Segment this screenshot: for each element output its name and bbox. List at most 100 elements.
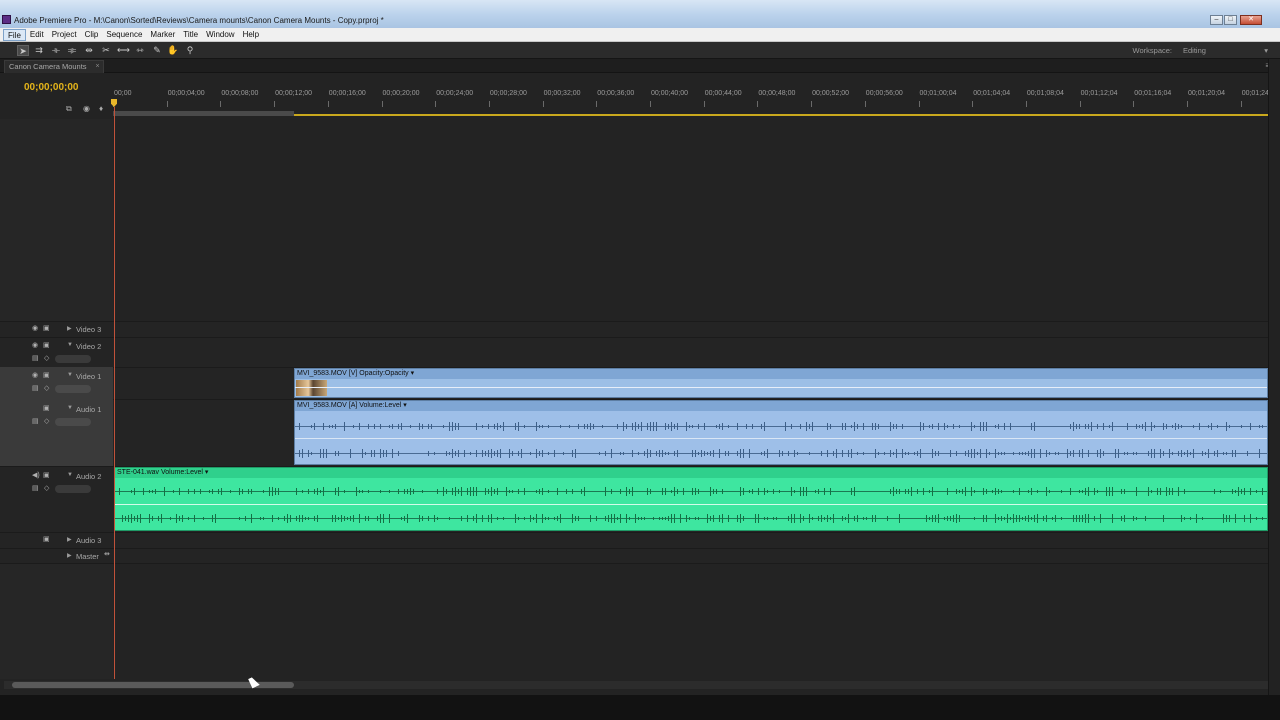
menu-window[interactable]: Window <box>202 29 238 41</box>
keyframe-navigator[interactable] <box>55 355 91 363</box>
keyframe-navigator[interactable] <box>55 418 91 426</box>
lock-icon[interactable]: ▣ <box>43 324 50 332</box>
display-style-icon[interactable]: ▤ <box>32 354 39 362</box>
waveform-peak <box>710 451 711 456</box>
collapse-icon[interactable]: ▼ <box>67 472 73 478</box>
audio-clip[interactable]: MVI_9583.MOV [A] Volume:Level ▾ <box>294 400 1268 465</box>
tab-canon-camera-mounts[interactable]: Canon Camera Mounts × <box>4 60 104 73</box>
waveform-peak <box>638 517 639 520</box>
waveform-peak <box>326 449 327 458</box>
lock-icon[interactable]: ▣ <box>43 471 50 479</box>
menu-sequence[interactable]: Sequence <box>102 29 146 41</box>
eye-icon[interactable]: ◉ <box>32 324 38 332</box>
waveform-peak <box>536 422 537 431</box>
waveform-peak <box>389 514 390 523</box>
expand-icon[interactable]: ▶ <box>67 536 72 543</box>
workspace-dropdown[interactable]: Editing ▾ <box>1180 45 1270 56</box>
waveform-peak <box>404 516 405 521</box>
waveform-peak <box>164 487 165 496</box>
waveform-peak <box>1163 451 1164 456</box>
waveform-peak <box>1004 423 1005 430</box>
menu-title[interactable]: Title <box>179 29 202 41</box>
collapse-icon[interactable]: ▼ <box>67 405 73 411</box>
selection-tool-icon[interactable]: ➤ <box>17 45 29 56</box>
expand-icon[interactable]: ▶ <box>67 552 72 559</box>
add-marker-icon[interactable]: ◉ <box>83 104 90 113</box>
speaker-icon[interactable]: ◀) <box>32 471 40 479</box>
display-style-icon[interactable]: ▤ <box>32 484 39 492</box>
snap-icon[interactable]: ⧉ <box>66 104 72 114</box>
minimize-button[interactable]: – <box>1210 15 1223 25</box>
waveform-peak <box>497 423 498 430</box>
waveform-peak <box>1079 490 1080 493</box>
keyframe-icon[interactable]: ◇ <box>44 354 49 362</box>
menu-marker[interactable]: Marker <box>146 29 179 41</box>
menu-file[interactable]: File <box>3 28 26 41</box>
display-style-icon[interactable]: ▤ <box>32 384 39 392</box>
ripple-edit-tool-icon[interactable]: ⟛ <box>50 45 62 56</box>
eye-icon[interactable]: ◉ <box>32 341 38 349</box>
waveform-peak <box>1034 449 1035 458</box>
link-icon[interactable]: ⇹ <box>104 550 110 558</box>
waveform-peak <box>797 452 798 455</box>
waveform-peak <box>548 425 549 428</box>
waveform-peak <box>212 515 213 522</box>
waveform-peak <box>932 449 933 458</box>
music-clip[interactable]: STE-041.wav Volume:Level ▾ <box>114 467 1268 531</box>
close-button[interactable]: ✕ <box>1240 15 1262 25</box>
lock-icon[interactable]: ▣ <box>43 341 50 349</box>
track-select-tool-icon[interactable]: ⇉ <box>33 45 45 56</box>
slide-tool-icon[interactable]: ⇿ <box>134 45 146 56</box>
expand-icon[interactable]: ▶ <box>67 325 72 332</box>
work-area-bar[interactable] <box>113 111 294 116</box>
waveform-peak <box>932 515 933 522</box>
waveform-peak <box>671 490 672 493</box>
collapse-icon[interactable]: ▼ <box>67 342 73 348</box>
menu-project[interactable]: Project <box>48 29 81 41</box>
collapse-icon[interactable]: ▼ <box>67 372 73 378</box>
waveform-peak <box>1085 514 1086 523</box>
horizontal-scrollbar[interactable] <box>4 681 1268 689</box>
keyframe-icon[interactable]: ◇ <box>44 484 49 492</box>
waveform-peak <box>779 490 780 493</box>
waveform-peak <box>1001 452 1002 455</box>
maximize-button[interactable]: □ <box>1224 15 1237 25</box>
rate-stretch-tool-icon[interactable]: ⇹ <box>83 45 95 56</box>
hand-tool-icon[interactable]: ✋ <box>167 45 179 56</box>
lock-icon[interactable]: ▣ <box>43 535 50 543</box>
waveform-peak <box>677 489 678 494</box>
menu-edit[interactable]: Edit <box>26 29 48 41</box>
clip-label: MVI_9583.MOV [A] Volume:Level ▾ <box>297 402 407 409</box>
set-marker-icon[interactable]: ♦ <box>99 104 103 113</box>
waveform-peak <box>890 422 891 431</box>
video-clip[interactable]: MVI_9583.MOV [V] Opacity:Opacity ▾ <box>294 368 1268 398</box>
lock-icon[interactable]: ▣ <box>43 404 50 412</box>
menu-clip[interactable]: Clip <box>81 29 103 41</box>
close-icon[interactable]: × <box>95 61 99 73</box>
waveform-peak <box>539 489 540 494</box>
waveform-peak <box>359 423 360 430</box>
display-style-icon[interactable]: ▤ <box>32 417 39 425</box>
zoom-tool-icon[interactable]: ⚲ <box>184 45 196 56</box>
waveform-peak <box>959 490 960 493</box>
waveform-peak <box>389 490 390 493</box>
current-timecode[interactable]: 00;00;00;00 <box>24 82 78 93</box>
waveform-peak <box>602 425 603 428</box>
razor-tool-icon[interactable]: ✂ <box>100 45 112 56</box>
waveform-peak <box>1250 423 1251 430</box>
waveform-peak <box>278 488 279 495</box>
keyframe-navigator[interactable] <box>55 385 91 393</box>
waveform-peak <box>830 424 831 429</box>
vertical-scrollbar[interactable] <box>1268 59 1280 695</box>
keyframe-navigator[interactable] <box>55 485 91 493</box>
keyframe-icon[interactable]: ◇ <box>44 384 49 392</box>
menu-help[interactable]: Help <box>239 29 263 41</box>
lock-icon[interactable]: ▣ <box>43 371 50 379</box>
pen-tool-icon[interactable]: ✎ <box>151 45 163 56</box>
eye-icon[interactable]: ◉ <box>32 371 38 379</box>
waveform-peak <box>998 424 999 429</box>
rolling-edit-tool-icon[interactable]: ⟚ <box>66 45 78 56</box>
keyframe-icon[interactable]: ◇ <box>44 417 49 425</box>
slip-tool-icon[interactable]: ⟷ <box>117 45 130 56</box>
waveform-peak <box>317 488 318 495</box>
